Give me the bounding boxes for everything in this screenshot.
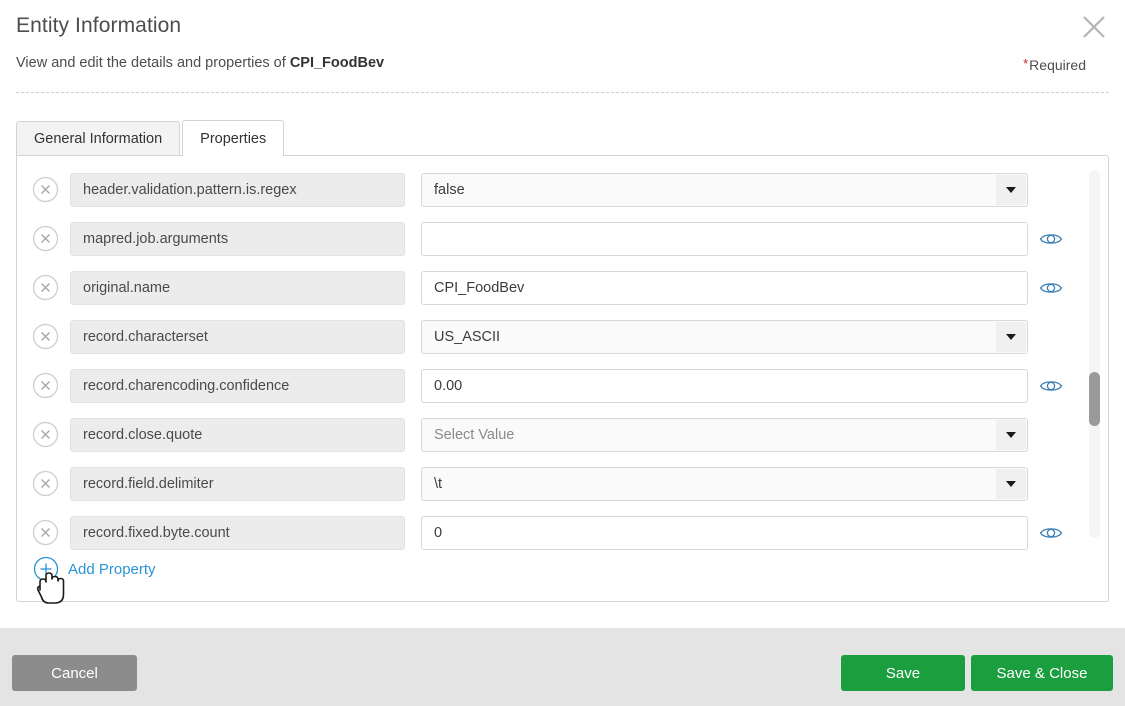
property-name-field[interactable]: original.name — [70, 271, 405, 305]
tab-general-information[interactable]: General Information — [16, 121, 181, 156]
property-value-select[interactable]: \t — [421, 467, 1028, 501]
properties-panel: header.validation.pattern.is.regex false m… — [16, 155, 1109, 602]
property-name-value: record.fixed.byte.count — [83, 525, 230, 541]
property-value-input[interactable]: 0 — [421, 516, 1028, 550]
property-name-field[interactable]: record.close.quote — [70, 418, 405, 452]
property-name-value: record.close.quote — [83, 427, 203, 443]
eye-icon[interactable] — [1039, 277, 1063, 299]
table-row: mapred.job.arguments — [17, 215, 1110, 264]
table-row: record.field.delimiter \t — [17, 460, 1110, 509]
property-value-input[interactable]: CPI_FoodBev — [421, 271, 1028, 305]
remove-circle-icon[interactable] — [32, 274, 59, 301]
property-name-value: record.characterset — [83, 329, 208, 345]
required-asterisk: * — [1023, 56, 1029, 71]
eye-icon[interactable] — [1039, 228, 1063, 250]
property-value-select[interactable]: US_ASCII — [421, 320, 1028, 354]
header-divider — [16, 92, 1109, 93]
remove-circle-icon[interactable] — [32, 372, 59, 399]
add-property-button[interactable]: Add Property — [33, 556, 156, 582]
tab-bar: General Information Properties — [16, 120, 285, 157]
property-name-value: record.charencoding.confidence — [83, 378, 290, 394]
remove-circle-icon[interactable] — [32, 470, 59, 497]
entity-information-dialog: Entity Information View and edit the det… — [0, 0, 1125, 706]
property-value-select[interactable]: Select Value — [421, 418, 1028, 452]
property-name-field[interactable]: record.fixed.byte.count — [70, 516, 405, 550]
chevron-down-icon — [1006, 481, 1016, 487]
table-row: header.validation.pattern.is.regex false — [17, 166, 1110, 215]
eye-icon[interactable] — [1039, 375, 1063, 397]
property-name-value: header.validation.pattern.is.regex — [83, 182, 297, 198]
save-button[interactable]: Save — [841, 655, 965, 691]
entity-name: CPI_FoodBev — [289, 55, 385, 71]
remove-circle-icon[interactable] — [32, 519, 59, 546]
tab-label: Properties — [200, 130, 267, 147]
property-value-text: US_ASCII — [434, 329, 501, 345]
required-label: Required — [1029, 57, 1086, 73]
add-property-label: Add Property — [68, 560, 156, 578]
plus-circle-icon — [33, 556, 59, 582]
table-row: original.name CPI_FoodBev — [17, 264, 1110, 313]
property-value-text: 0 — [434, 525, 443, 541]
property-value-text: \t — [434, 476, 443, 492]
property-value-text: 0.00 — [434, 378, 463, 394]
table-row: record.close.quote Select Value — [17, 411, 1110, 460]
eye-icon[interactable] — [1039, 522, 1063, 544]
scrollbar-track[interactable] — [1089, 170, 1100, 538]
remove-circle-icon[interactable] — [32, 323, 59, 350]
chevron-down-icon — [1006, 432, 1016, 438]
property-value-text: CPI_FoodBev — [434, 280, 525, 296]
cancel-button[interactable]: Cancel — [12, 655, 137, 691]
property-name-field[interactable]: record.field.delimiter — [70, 467, 405, 501]
property-name-field[interactable]: record.characterset — [70, 320, 405, 354]
property-value-input[interactable]: 0.00 — [421, 369, 1028, 403]
table-row: record.characterset US_ASCII — [17, 313, 1110, 362]
remove-circle-icon[interactable] — [32, 225, 59, 252]
property-value-select[interactable]: false — [421, 173, 1028, 207]
tab-label: General Information — [34, 131, 163, 147]
tab-properties[interactable]: Properties — [182, 120, 285, 157]
property-rows: header.validation.pattern.is.regex false m… — [17, 166, 1110, 550]
page-title: Entity Information — [16, 14, 182, 37]
property-value-input[interactable] — [421, 222, 1028, 256]
dialog-subtitle: View and edit the details and properties… — [16, 55, 384, 71]
remove-circle-icon[interactable] — [32, 176, 59, 203]
chevron-down-icon — [1006, 187, 1016, 193]
remove-circle-icon[interactable] — [32, 421, 59, 448]
property-name-field[interactable]: record.charencoding.confidence — [70, 369, 405, 403]
dialog-header: Entity Information View and edit the det… — [0, 0, 1125, 94]
dialog-footer: Cancel Save Save & Close — [0, 628, 1125, 706]
property-value-placeholder: Select Value — [434, 427, 515, 443]
close-icon[interactable] — [1075, 8, 1113, 46]
subtitle-text: View and edit the details and properties… — [16, 55, 290, 71]
properties-scroll-area: header.validation.pattern.is.regex false m… — [17, 156, 1110, 550]
property-name-value: record.field.delimiter — [83, 476, 214, 492]
required-legend: *Required — [1023, 56, 1086, 73]
chevron-down-icon — [1006, 334, 1016, 340]
property-name-field[interactable]: header.validation.pattern.is.regex — [70, 173, 405, 207]
scrollbar-thumb[interactable] — [1089, 372, 1100, 426]
property-value-text: false — [434, 182, 465, 198]
property-name-field[interactable]: mapred.job.arguments — [70, 222, 405, 256]
table-row: record.charencoding.confidence 0.00 — [17, 362, 1110, 411]
property-name-value: original.name — [83, 280, 171, 296]
property-name-value: mapred.job.arguments — [83, 231, 229, 247]
table-row: record.fixed.byte.count 0 — [17, 509, 1110, 550]
save-and-close-button[interactable]: Save & Close — [971, 655, 1113, 691]
